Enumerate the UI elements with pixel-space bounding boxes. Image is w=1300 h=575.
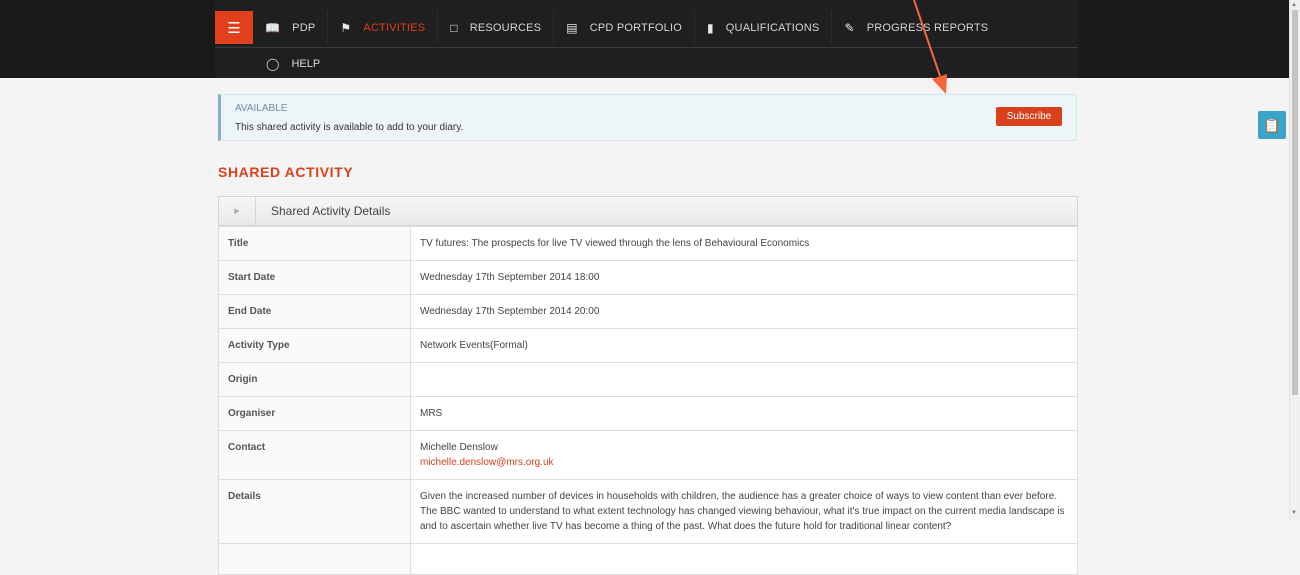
- annotation-arrowhead: [932, 74, 947, 94]
- annotation-arrow: [913, 0, 947, 94]
- row-label: [218, 543, 411, 575]
- table-row: [218, 543, 1078, 575]
- annotation-arrow-line: [913, 0, 941, 77]
- row-value: [410, 543, 1078, 575]
